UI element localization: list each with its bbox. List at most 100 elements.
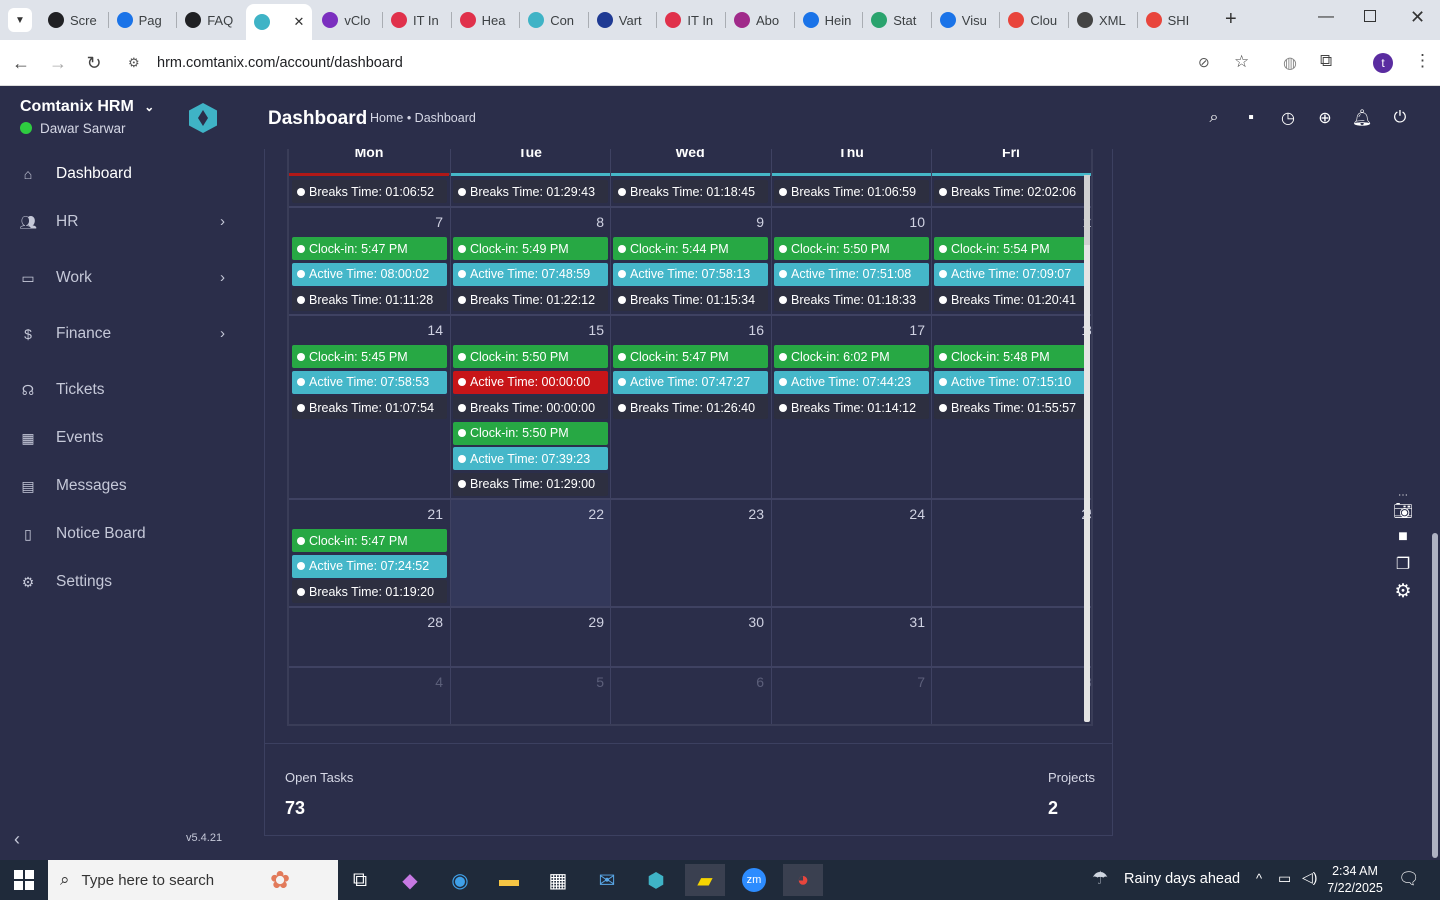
day-number[interactable]: 23 bbox=[610, 506, 764, 522]
attendance-event[interactable]: Active Time: 07:47:27 bbox=[613, 370, 768, 394]
day-number[interactable]: 5 bbox=[450, 674, 604, 690]
chrome-icon[interactable]: ◕ bbox=[783, 864, 823, 896]
browser-tab[interactable]: XML bbox=[1069, 6, 1136, 34]
browser-tab[interactable]: vClo bbox=[314, 6, 381, 34]
day-number[interactable]: 14 bbox=[289, 322, 443, 338]
attendance-event[interactable]: Breaks Time: 00:00:00 bbox=[453, 396, 608, 419]
attendance-event[interactable]: Active Time: 07:15:10 bbox=[934, 370, 1089, 394]
maximize-button[interactable] bbox=[1364, 10, 1376, 22]
sidebar-item-notice-board[interactable]: ▯ Notice Board bbox=[0, 512, 240, 556]
day-number[interactable]: 9 bbox=[610, 214, 764, 230]
gear-icon[interactable]: ⚙ bbox=[1392, 580, 1414, 602]
attendance-event[interactable]: Breaks Time: 01:06:52 bbox=[292, 180, 447, 203]
store-icon[interactable]: ▦ bbox=[538, 864, 578, 896]
attendance-event[interactable]: Clock-in: 5:54 PM bbox=[934, 237, 1089, 260]
task-view-icon[interactable]: ⧉ bbox=[340, 864, 380, 896]
day-number[interactable]: 7 bbox=[289, 214, 443, 230]
address-bar[interactable]: ⚙ hrm.comtanix.com/account/dashboard ⊘ ☆ bbox=[118, 46, 1268, 80]
day-number[interactable]: 21 bbox=[289, 506, 443, 522]
browser-tab[interactable]: SHI bbox=[1138, 6, 1205, 34]
bookmark-star-icon[interactable]: ☆ bbox=[1234, 52, 1249, 72]
browser-tab[interactable]: Vart bbox=[589, 6, 656, 34]
back-button[interactable]: ← bbox=[6, 48, 36, 78]
file-explorer-icon[interactable]: ▬ bbox=[489, 864, 529, 896]
brand-name[interactable]: Comtanix HRM ⌄ bbox=[20, 98, 154, 116]
browser-tab[interactable]: Pag bbox=[109, 6, 176, 34]
attendance-event[interactable]: Clock-in: 6:02 PM bbox=[774, 345, 929, 368]
browser-tab[interactable]: Hea bbox=[452, 6, 519, 34]
attendance-event[interactable]: Active Time: 07:51:08 bbox=[774, 262, 929, 286]
day-number[interactable]: 4 bbox=[289, 674, 443, 690]
day-number[interactable]: 10 bbox=[771, 214, 925, 230]
profile-avatar[interactable]: t bbox=[1373, 53, 1393, 73]
day-number[interactable]: 17 bbox=[771, 322, 925, 338]
attendance-event[interactable]: Breaks Time: 01:06:59 bbox=[774, 180, 929, 203]
attendance-event[interactable]: Active Time: 07:58:13 bbox=[613, 262, 768, 286]
close-window-button[interactable]: ✕ bbox=[1410, 7, 1425, 28]
day-number[interactable]: 30 bbox=[610, 614, 764, 630]
attendance-event[interactable]: Active Time: 00:00:00 bbox=[453, 370, 608, 394]
attendance-event[interactable]: Clock-in: 5:50 PM bbox=[774, 237, 929, 260]
attendance-event[interactable]: Active Time: 08:00:02 bbox=[292, 262, 447, 286]
attendance-event[interactable]: Clock-in: 5:47 PM bbox=[613, 345, 768, 368]
attendance-event[interactable]: Breaks Time: 01:18:33 bbox=[774, 288, 929, 311]
browser-tab[interactable]: ✕ bbox=[245, 4, 313, 40]
attendance-event[interactable]: Clock-in: 5:50 PM bbox=[453, 345, 608, 368]
network-icon[interactable]: ▭ bbox=[1278, 870, 1291, 887]
attendance-event[interactable]: Clock-in: 5:47 PM bbox=[292, 529, 447, 552]
attendance-event[interactable]: Breaks Time: 01:20:41 bbox=[934, 288, 1089, 311]
attendance-event[interactable]: Breaks Time: 01:18:45 bbox=[613, 180, 768, 203]
search-icon[interactable]: ⌕ bbox=[1203, 107, 1225, 129]
attendance-event[interactable]: Breaks Time: 01:14:12 bbox=[774, 396, 929, 419]
video-icon[interactable]: ■ bbox=[1392, 526, 1414, 548]
day-number[interactable]: 16 bbox=[610, 322, 764, 338]
zoom-icon[interactable]: zm bbox=[734, 864, 774, 896]
copilot-icon[interactable]: ◆ bbox=[390, 864, 430, 896]
browser-tab[interactable]: Clou bbox=[1000, 6, 1067, 34]
browser-tab[interactable]: Stat bbox=[863, 6, 930, 34]
attendance-event[interactable]: Breaks Time: 01:19:20 bbox=[292, 580, 447, 603]
day-number[interactable]: 6 bbox=[610, 674, 764, 690]
day-number[interactable]: 18 bbox=[931, 322, 1091, 338]
attendance-event[interactable]: Clock-in: 5:45 PM bbox=[292, 345, 447, 368]
browser-tab[interactable]: Abo bbox=[726, 6, 793, 34]
windows-start-icon[interactable] bbox=[12, 868, 36, 892]
mail-icon[interactable]: ✉ bbox=[587, 864, 627, 896]
tab-search-dropdown-icon[interactable]: ▼ bbox=[8, 8, 32, 32]
sidebar-item-settings[interactable]: ⚙ Settings bbox=[0, 560, 240, 604]
sidebar-item-hr[interactable]: 👥︎ HR › bbox=[0, 200, 240, 244]
system-clock[interactable]: 2:34 AM 7/22/2025 bbox=[1326, 863, 1384, 897]
minimize-button[interactable]: — bbox=[1318, 8, 1334, 26]
attendance-event[interactable]: Active Time: 07:39:23 bbox=[453, 447, 608, 470]
browser-tab[interactable]: IT In bbox=[383, 6, 450, 34]
browser-tab[interactable]: Visu bbox=[932, 6, 999, 34]
volume-icon[interactable]: ◁) bbox=[1302, 869, 1317, 886]
collapse-sidebar-icon[interactable]: ‹ bbox=[14, 829, 20, 850]
attendance-event[interactable]: Active Time: 07:09:07 bbox=[934, 262, 1089, 286]
tracking-protection-icon[interactable]: ⊘ bbox=[1198, 54, 1210, 71]
power-icon[interactable]: ⏻ bbox=[1389, 107, 1411, 129]
attendance-event[interactable]: Clock-in: 5:44 PM bbox=[613, 237, 768, 260]
sidebar-item-tickets[interactable]: ☊ Tickets bbox=[0, 368, 240, 412]
open-tasks-value[interactable]: 73 bbox=[285, 798, 305, 819]
forward-button[interactable]: → bbox=[43, 48, 73, 78]
new-tab-button[interactable]: + bbox=[1225, 8, 1237, 31]
day-number[interactable]: 15 bbox=[450, 322, 604, 338]
sticky-note-icon[interactable]: ▪ bbox=[1240, 107, 1262, 129]
comtanix-app-icon[interactable]: ⬢ bbox=[636, 864, 676, 896]
attendance-event[interactable]: Clock-in: 5:47 PM bbox=[292, 237, 447, 260]
site-info-icon[interactable]: ⚙ bbox=[128, 55, 140, 71]
attendance-event[interactable]: Clock-in: 5:50 PM bbox=[453, 421, 608, 445]
sidebar-item-messages[interactable]: ▤ Messages bbox=[0, 464, 240, 508]
weather-text[interactable]: Rainy days ahead bbox=[1124, 871, 1240, 887]
attendance-event[interactable]: Active Time: 07:24:52 bbox=[292, 554, 447, 578]
attendance-event[interactable]: Breaks Time: 01:15:34 bbox=[613, 288, 768, 311]
chevron-up-icon[interactable]: ^ bbox=[1256, 871, 1262, 886]
reload-button[interactable]: ↻ bbox=[79, 48, 109, 78]
browser-tab[interactable]: IT In bbox=[657, 6, 724, 34]
day-number[interactable]: 31 bbox=[771, 614, 925, 630]
extensions-icon[interactable]: ⧉ bbox=[1320, 51, 1332, 71]
translate-icon[interactable]: ◍ bbox=[1283, 53, 1297, 73]
attendance-event[interactable]: Clock-in: 5:49 PM bbox=[453, 237, 608, 260]
day-number[interactable]: 8 bbox=[931, 674, 1091, 690]
